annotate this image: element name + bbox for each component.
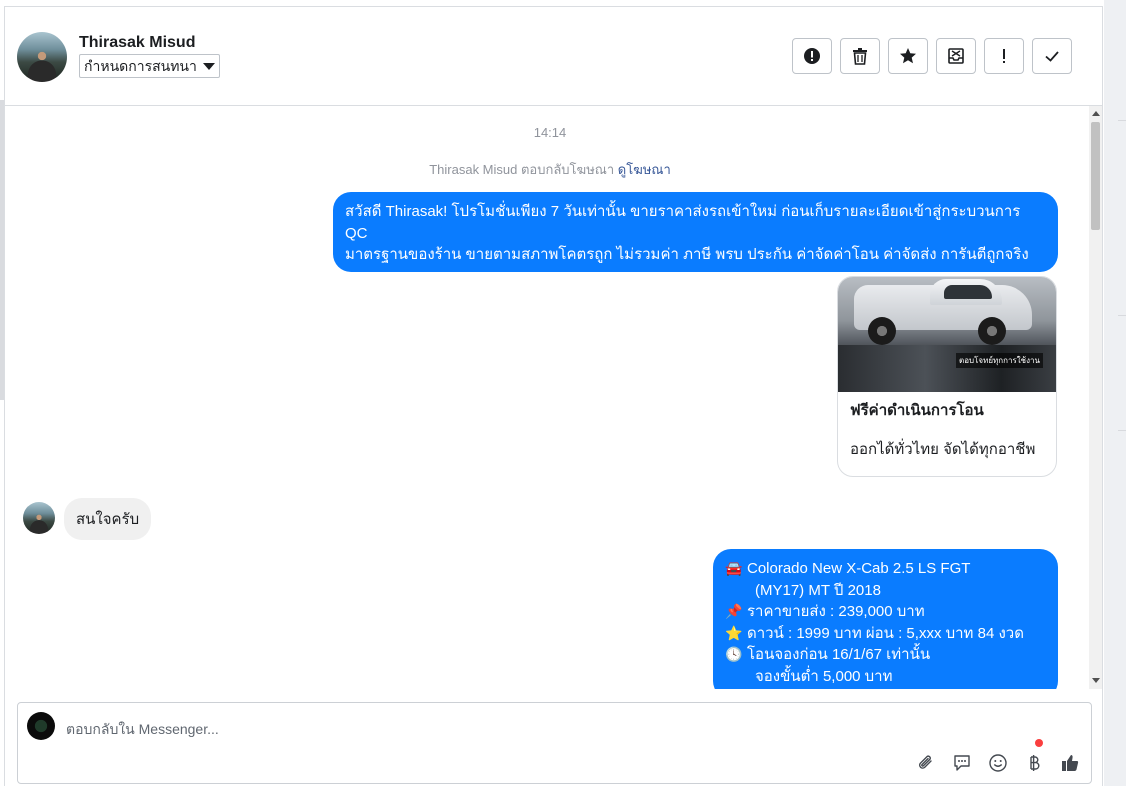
ad-title: ฟรีค่าดำเนินการโอน — [850, 402, 984, 419]
paperclip-icon — [919, 755, 932, 769]
attach-button[interactable] — [915, 752, 937, 774]
checkmark-icon — [1045, 51, 1059, 62]
saved-replies-button[interactable] — [951, 752, 973, 774]
exclamation-circle-icon — [804, 48, 820, 64]
message-line: ⭐ ดาวน์ : 1999 บาท ผ่อน : 5,xxx บาท 84 งว… — [725, 623, 1046, 645]
emoji-button[interactable] — [987, 752, 1009, 774]
scroll-up-arrow-icon[interactable] — [1092, 111, 1100, 116]
assign-conversation-dropdown[interactable]: กำหนดการสนทนา — [79, 54, 220, 78]
contact-avatar[interactable] — [17, 32, 67, 82]
follow-up-button[interactable] — [984, 38, 1024, 74]
ad-reply-text: Thirasak Misud ตอบกลับโฆษณา — [429, 162, 615, 177]
conversation-panel: Thirasak Misud กำหนดการสนทนา 14:14 Thira… — [4, 6, 1103, 786]
scroll-down-arrow-icon[interactable] — [1092, 678, 1100, 683]
message-thread[interactable]: 14:14 Thirasak Misud ตอบกลับโฆษณา ดูโฆษณ… — [5, 106, 1102, 689]
thumbs-up-icon — [1062, 755, 1079, 771]
message-line: 🕓 โอนจองก่อน 16/1/67 เท่านั้น — [725, 644, 1046, 666]
message-line: 🚘 Colorado New X-Cab 2.5 LS FGT — [725, 558, 1046, 580]
assign-conversation-label: กำหนดการสนทนา — [84, 58, 197, 74]
outgoing-message[interactable]: 🚘 Colorado New X-Cab 2.5 LS FGT (MY17) MT… — [713, 549, 1058, 689]
message-line: จองขั้นต่ำ 5,000 บาท — [755, 667, 893, 685]
thread-scrollbar[interactable] — [1089, 106, 1102, 689]
clock-icon: 🕓 — [725, 646, 743, 662]
car-icon: 🚘 — [725, 560, 743, 576]
ad-image: ตอบโจทย์ทุกการใช้งาน — [838, 277, 1056, 392]
ad-image-tag: ตอบโจทย์ทุกการใช้งาน — [956, 353, 1043, 368]
message-line: 📌 ราคาขายส่ง : 239,000 บาท — [725, 601, 1046, 623]
smiley-icon — [989, 754, 1007, 772]
baht-icon — [1030, 755, 1040, 771]
star-button[interactable] — [888, 38, 928, 74]
payment-notification-dot — [1035, 739, 1043, 747]
conversation-header: Thirasak Misud กำหนดการสนทนา — [5, 7, 1102, 106]
exclamation-icon — [1003, 49, 1005, 63]
delete-button[interactable] — [840, 38, 880, 74]
message-timestamp: 14:14 — [533, 125, 567, 140]
message-line: สวัสดี Thirasak! โปรโมชั่นเพียง 7 วันเท่… — [345, 203, 1021, 242]
pin-icon: 📌 — [725, 603, 743, 619]
star-emoji-icon: ⭐ — [725, 624, 743, 641]
like-button[interactable] — [1059, 752, 1081, 774]
caret-down-icon — [202, 62, 215, 70]
chat-bubble-icon — [954, 755, 970, 771]
incoming-message[interactable]: สนใจครับ — [64, 498, 152, 540]
ad-reply-note: Thirasak Misud ตอบกลับโฆษณา ดูโฆษณา — [5, 159, 1095, 180]
payment-button[interactable] — [1023, 752, 1045, 774]
trash-icon — [853, 48, 867, 65]
move-to-inbox-button[interactable] — [936, 38, 976, 74]
spam-button[interactable] — [792, 38, 832, 74]
mark-done-button[interactable] — [1032, 38, 1072, 74]
message-composer[interactable]: ตอบกลับใน Messenger... — [17, 702, 1092, 784]
outgoing-message[interactable]: สวัสดี Thirasak! โปรโมชั่นเพียง 7 วันเท่… — [333, 192, 1058, 306]
page-avatar — [27, 712, 55, 740]
inbox-icon — [948, 48, 964, 64]
reply-input[interactable]: ตอบกลับใน Messenger... — [66, 719, 219, 741]
side-panel-edge — [1104, 0, 1126, 786]
ad-description: ออกได้ทั่วไทย จัดได้ทุกอาชีพ — [850, 441, 1036, 458]
sender-avatar[interactable] — [23, 502, 55, 534]
ad-card[interactable]: ตอบโจทย์ทุกการใช้งาน ฟรีค่าดำเนินการโอน … — [837, 276, 1057, 477]
view-ad-link[interactable]: ดูโฆษณา — [618, 162, 671, 177]
scroll-thumb[interactable] — [1091, 122, 1100, 230]
message-line: (MY17) MT ปี 2018 — [755, 581, 881, 599]
contact-name[interactable]: Thirasak Misud — [79, 34, 195, 52]
star-icon — [900, 48, 916, 64]
